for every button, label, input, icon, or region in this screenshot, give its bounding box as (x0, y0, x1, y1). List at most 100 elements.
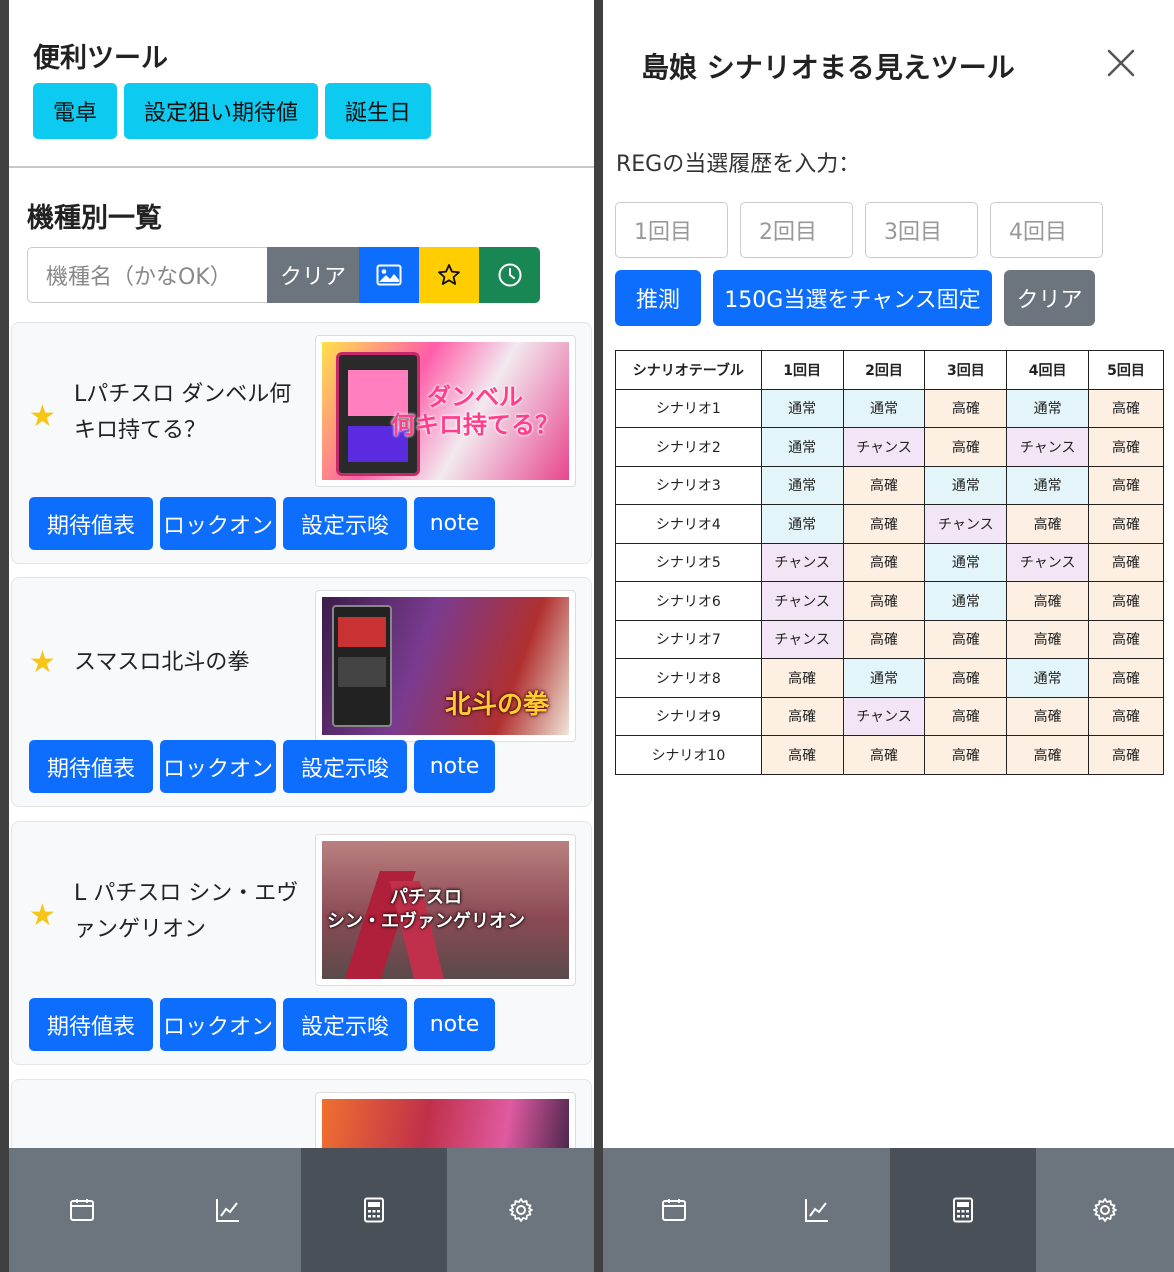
nav-settings[interactable] (1036, 1148, 1174, 1272)
left-screen: 便利ツール 電卓 設定狙い期待値 誕生日 機種別一覧 機種名（かなOK） クリア… (9, 0, 594, 1272)
scenario-cell: 高確 (1006, 581, 1090, 621)
scenario-cell: 通常 (1006, 658, 1090, 698)
calculator-icon (953, 1197, 973, 1223)
table-header: 5回目 (1088, 350, 1164, 390)
clear-button[interactable]: クリア (1004, 270, 1095, 326)
scenario-cell: 通常 (760, 465, 844, 505)
scenario-cell: 通常 (924, 581, 1008, 621)
scenario-name-cell: シナリオ8 (615, 658, 762, 698)
reg-input-4[interactable]: 4回目 (990, 202, 1103, 258)
reg-input-2[interactable]: 2回目 (740, 202, 853, 258)
fix-150g-chance-button[interactable]: 150G当選をチャンス固定 (713, 270, 992, 326)
star-icon (438, 264, 460, 285)
guess-button[interactable]: 推測 (615, 270, 701, 326)
ev-table-button[interactable]: 期待値表 (29, 740, 153, 793)
model-card: ★ L パチスロ シン・エヴァンゲリオン パチスロ シン・エヴァンゲリオン 期待値… (11, 821, 592, 1065)
scenario-cell: 高確 (1088, 388, 1164, 428)
lock-on-button[interactable]: ロックオン (160, 497, 276, 550)
lock-on-button[interactable]: ロックオン (160, 740, 276, 793)
scenario-cell: 高確 (842, 581, 926, 621)
nav-calendar[interactable] (9, 1148, 155, 1272)
reg-input-3[interactable]: 3回目 (865, 202, 978, 258)
note-button[interactable]: note (414, 497, 495, 550)
nav-settings[interactable] (447, 1148, 594, 1272)
models-section: 機種別一覧 機種名（かなOK） クリア (9, 168, 594, 303)
model-artwork: パチスロ シン・エヴァンゲリオン (322, 841, 569, 979)
favorite-star-icon[interactable]: ★ (29, 399, 56, 434)
image-toggle-button[interactable] (359, 247, 419, 303)
scenario-cell: 高確 (1006, 696, 1090, 736)
scenario-cell: チャンス (1006, 542, 1090, 582)
scenario-cell: 通常 (1006, 465, 1090, 505)
ev-table-button[interactable]: 期待値表 (29, 497, 153, 550)
close-button[interactable] (1106, 48, 1136, 82)
nav-calculator[interactable] (301, 1148, 447, 1272)
calculator-tool-button[interactable]: 電卓 (33, 83, 118, 139)
scenario-cell: 高確 (924, 658, 1008, 698)
bottom-nav (9, 1148, 594, 1272)
model-thumbnail[interactable]: ダンベル 何キロ持てる？ (315, 335, 576, 487)
scenario-name-cell: シナリオ4 (615, 504, 762, 544)
scenario-name-cell: シナリオ5 (615, 542, 762, 582)
calendar-icon (70, 1199, 94, 1221)
nav-calculator[interactable] (890, 1148, 1036, 1272)
note-button[interactable]: note (414, 998, 495, 1051)
image-icon (376, 264, 402, 286)
scenario-cell: 高確 (1006, 619, 1090, 659)
scenario-cell: 通常 (1006, 388, 1090, 428)
scenario-cell: チャンス (924, 504, 1008, 544)
model-title[interactable]: スマスロ北斗の拳 (74, 645, 304, 681)
setting-hint-button[interactable]: 設定示唆 (283, 740, 407, 793)
history-filter-button[interactable] (479, 247, 540, 303)
scenario-table: シナリオテーブル 1回目 2回目 3回目 4回目 5回目 シナリオ1 通常 通常 高確… (615, 350, 1164, 775)
table-row: シナリオ8 高確 通常 高確 通常 高確 (615, 658, 1164, 698)
reg-input-1[interactable]: 1回目 (615, 202, 728, 258)
favorite-star-icon[interactable]: ★ (29, 645, 56, 680)
setting-ev-tool-button[interactable]: 設定狙い期待値 (124, 83, 319, 139)
model-thumbnail[interactable]: パチスロ シン・エヴァンゲリオン (315, 834, 576, 986)
scenario-cell: 通常 (842, 658, 926, 698)
nav-chart[interactable] (744, 1148, 890, 1272)
search-clear-button[interactable]: クリア (267, 247, 359, 303)
scenario-cell: 通常 (924, 542, 1008, 582)
scenario-cell: 高確 (924, 696, 1008, 736)
scenario-cell: 高確 (842, 619, 926, 659)
scenario-cell: 通常 (842, 388, 926, 428)
search-row: 機種名（かなOK） クリア (27, 247, 540, 303)
table-row: シナリオ7 チャンス 高確 高確 高確 高確 (615, 619, 1164, 659)
scenario-cell: 高確 (924, 427, 1008, 467)
nav-calendar[interactable] (603, 1148, 744, 1272)
ev-table-button[interactable]: 期待値表 (29, 998, 153, 1051)
setting-hint-button[interactable]: 設定示唆 (283, 497, 407, 550)
setting-hint-button[interactable]: 設定示唆 (283, 998, 407, 1051)
nav-chart[interactable] (155, 1148, 301, 1272)
table-row: シナリオ4 通常 高確 チャンス 高確 高確 (615, 504, 1164, 544)
table-row: シナリオ10 高確 高確 高確 高確 高確 (615, 735, 1164, 775)
model-title[interactable]: Lパチスロ ダンベル何キロ持てる？ (74, 377, 304, 449)
lock-on-button[interactable]: ロックオン (160, 998, 276, 1051)
note-button[interactable]: note (414, 740, 495, 793)
model-thumbnail[interactable]: 北斗の拳 (315, 590, 576, 742)
favorite-star-icon[interactable]: ★ (29, 898, 56, 933)
calendar-icon (661, 1199, 686, 1221)
action-buttons: 推測 150G当選をチャンス固定 クリア (615, 270, 1095, 326)
model-title[interactable]: L パチスロ シン・エヴァンゲリオン (74, 876, 304, 948)
table-header: 3回目 (924, 350, 1008, 390)
clock-icon (498, 263, 521, 287)
scenario-cell: 高確 (1088, 696, 1164, 736)
favorite-filter-button[interactable] (419, 247, 479, 303)
scenario-cell: 通常 (760, 427, 844, 467)
gear-icon (508, 1198, 533, 1222)
scenario-cell: チャンス (760, 619, 844, 659)
scenario-cell: 高確 (1088, 504, 1164, 544)
table-header: 2回目 (842, 350, 926, 390)
scenario-cell: チャンス (842, 696, 926, 736)
scenario-cell: チャンス (760, 581, 844, 621)
model-card: ★ スマスロ北斗の拳 北斗の拳 期待値表 ロックオン 設定示唆 note (11, 577, 592, 807)
table-row: シナリオ5 チャンス 高確 通常 チャンス 高確 (615, 542, 1164, 582)
model-search-input[interactable]: 機種名（かなOK） (27, 247, 267, 303)
scenario-cell: 高確 (842, 542, 926, 582)
model-artwork-label: ダンベル 何キロ持てる？ (391, 383, 559, 439)
right-screen: 島娘 シナリオまる見えツール REGの当選履歴を入力： 1回目 2回目 3回目 … (603, 0, 1174, 1272)
birthday-tool-button[interactable]: 誕生日 (325, 83, 432, 139)
